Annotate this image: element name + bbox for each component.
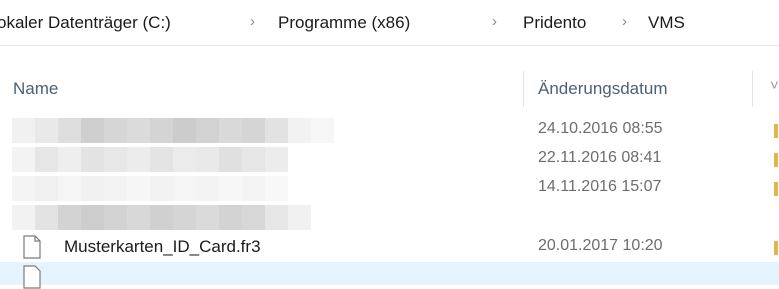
file-date: 20.01.2017 10:20	[538, 237, 663, 254]
file-date: 22.11.2016 08:41	[538, 149, 662, 166]
file-date: 24.10.2016 08:55	[538, 120, 663, 137]
breadcrumb: okaler Datenträger (C:) › Programme (x86…	[0, 0, 779, 46]
pixelated-filename	[12, 176, 288, 201]
chevron-right-icon[interactable]: ›	[492, 13, 497, 30]
file-type-partial	[774, 124, 778, 138]
file-row-selected[interactable]	[0, 262, 779, 289]
pixelated-filename	[12, 147, 288, 172]
column-header-type-partial[interactable]: ˅	[770, 77, 779, 94]
file-row[interactable]: 14.11.2016 15:07	[0, 174, 779, 203]
column-header-row: Name Änderungsdatum ˅	[0, 71, 779, 107]
column-header-date[interactable]: Änderungsdatum	[538, 79, 667, 99]
chevron-right-icon[interactable]: ›	[622, 13, 627, 30]
file-date: 14.11.2016 15:07	[538, 178, 662, 195]
breadcrumb-item-programme-x86[interactable]: Programme (x86)	[278, 13, 410, 33]
breadcrumb-item-pridento[interactable]: Pridento	[523, 13, 586, 33]
pixelated-filename	[12, 205, 311, 230]
file-icon	[23, 235, 41, 259]
file-icon	[23, 265, 41, 289]
breadcrumb-item-vms[interactable]: VMS	[648, 13, 685, 33]
file-row[interactable]: Musterkarten_ID_Card.fr3 20.01.2017 10:2…	[0, 233, 779, 262]
chevron-right-icon[interactable]: ›	[250, 13, 255, 30]
file-name: Musterkarten_ID_Card.fr3	[64, 237, 261, 256]
file-row[interactable]: 22.11.2016 08:41	[0, 145, 779, 174]
file-type-partial	[774, 153, 778, 167]
column-divider[interactable]	[523, 71, 524, 107]
breadcrumb-item-local-disk[interactable]: okaler Datenträger (C:)	[0, 13, 171, 33]
file-row[interactable]: 24.10.2016 08:55	[0, 116, 779, 145]
file-type-partial	[774, 182, 778, 196]
column-header-name[interactable]: Name	[13, 79, 58, 99]
pixelated-filename	[12, 118, 334, 143]
file-row[interactable]: 14.11.2016 15:07	[0, 203, 779, 232]
file-type-partial	[774, 241, 778, 255]
column-divider[interactable]	[752, 71, 753, 107]
